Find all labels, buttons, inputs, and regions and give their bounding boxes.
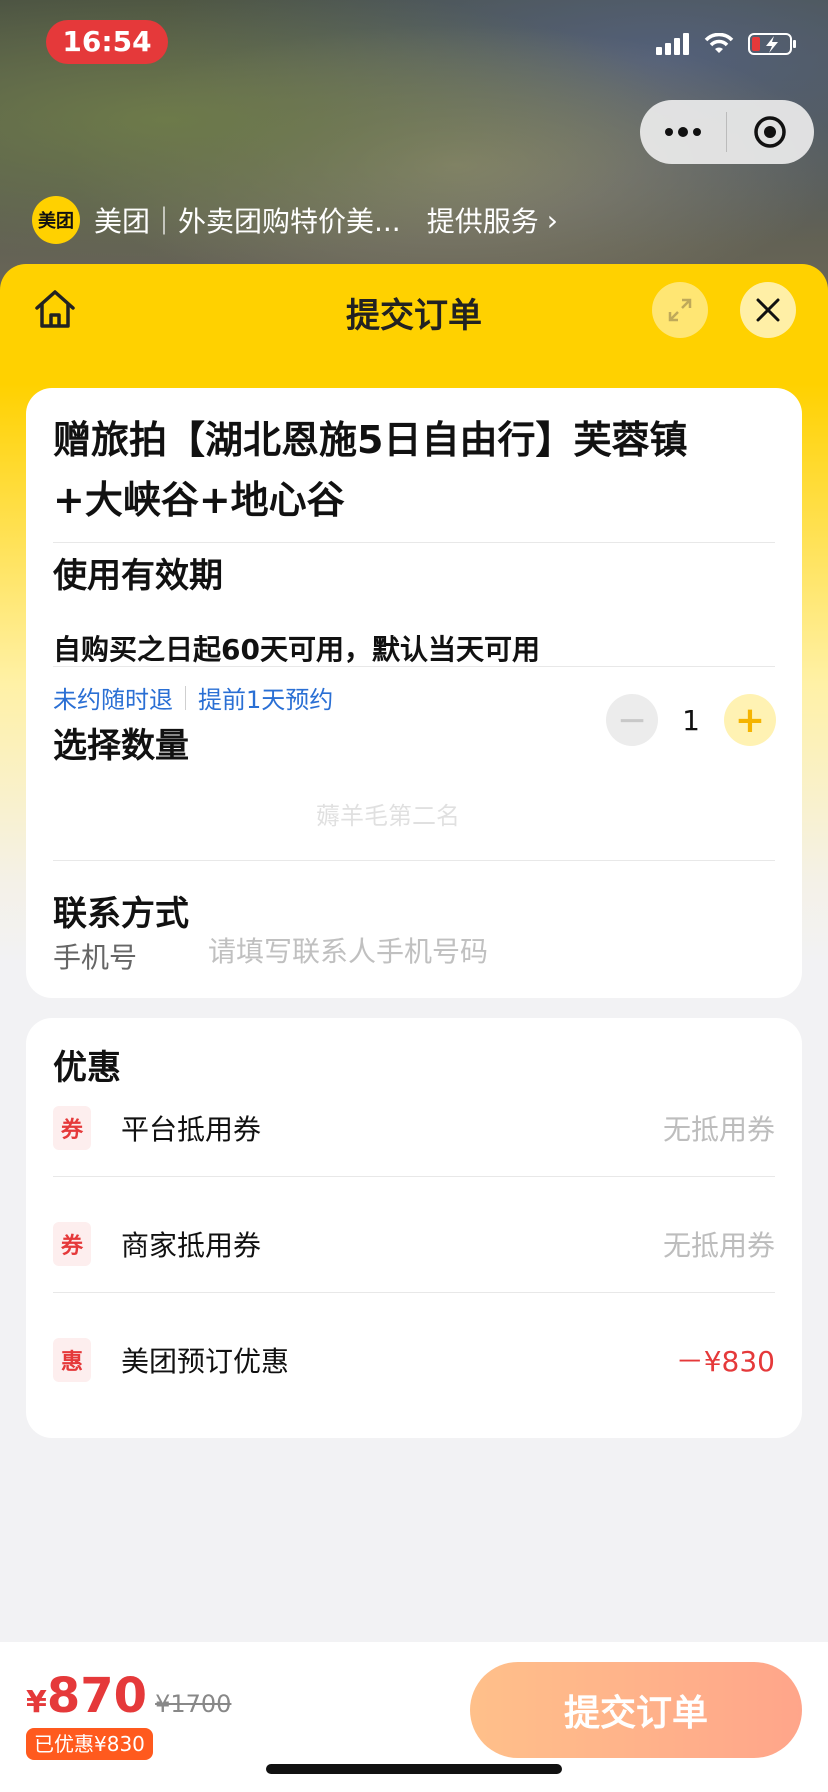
decrease-quantity-button[interactable]: − bbox=[606, 694, 658, 746]
watermark: 薅羊毛第二名 bbox=[316, 802, 460, 830]
status-bar: 16:54 bbox=[0, 0, 828, 90]
provider-service-label: 提供服务 bbox=[426, 205, 539, 238]
total-price: 870 bbox=[46, 1668, 148, 1724]
divider bbox=[53, 1176, 775, 1177]
discount-value: 无抵用券 bbox=[662, 1229, 775, 1262]
original-price: ¥1700 bbox=[155, 1690, 232, 1718]
platform-coupon-row[interactable]: 券 平台抵用券 无抵用券 bbox=[53, 1080, 775, 1176]
battery-low-charging-icon bbox=[748, 33, 796, 55]
currency-symbol: ¥ bbox=[26, 1685, 47, 1720]
status-icons bbox=[656, 32, 798, 56]
chevron-right-icon: › bbox=[546, 203, 558, 237]
phone-label: 手机号 bbox=[53, 941, 138, 974]
increase-quantity-button[interactable]: + bbox=[724, 694, 776, 746]
discount-card: 优惠 券 平台抵用券 无抵用券 券 商家抵用券 无抵用券 惠 美团预订优惠 －¥… bbox=[26, 1018, 802, 1438]
expand-icon bbox=[668, 298, 692, 322]
discount-value: 无抵用券 bbox=[662, 1113, 775, 1146]
discount-badge: 惠 bbox=[53, 1338, 91, 1382]
merchant-coupon-row[interactable]: 券 商家抵用券 无抵用券 bbox=[53, 1196, 775, 1292]
close-icon bbox=[756, 298, 780, 322]
signal-icon bbox=[656, 33, 689, 55]
policy-tags: 未约随时退 提前1天预约 bbox=[53, 680, 333, 715]
wifi-icon bbox=[704, 33, 734, 53]
miniprogram-capsule bbox=[640, 100, 814, 164]
more-options-button[interactable] bbox=[640, 100, 726, 164]
status-time: 16:54 bbox=[46, 20, 168, 64]
divider bbox=[53, 666, 775, 667]
tag-separator bbox=[185, 685, 186, 710]
order-sheet: 提交订单 赠旅拍【湖北恩施5日自由行】芙蓉镇+大峡谷+地心谷 使用有效期 自购买… bbox=[0, 264, 828, 1792]
validity-text: 自购买之日起60天可用，默认当天可用 bbox=[53, 633, 540, 666]
more-dots-icon bbox=[665, 127, 701, 137]
service-provider-row[interactable]: 美团 美团｜外卖团购特价美... 提供服务 › bbox=[32, 196, 558, 244]
divider bbox=[53, 1292, 775, 1293]
sheet-header: 提交订单 bbox=[0, 264, 828, 354]
refund-tag: 未约随时退 bbox=[53, 686, 173, 714]
divider bbox=[53, 860, 775, 861]
quantity-value: 1 bbox=[682, 703, 700, 737]
discount-name: 美团预订优惠 bbox=[121, 1345, 290, 1378]
quantity-stepper: − 1 + bbox=[606, 694, 776, 746]
exit-miniprogram-button[interactable] bbox=[727, 100, 813, 164]
reservation-tag: 提前1天预约 bbox=[198, 686, 334, 714]
expand-button[interactable] bbox=[652, 282, 708, 338]
product-title: 赠旅拍【湖北恩施5日自由行】芙蓉镇+大峡谷+地心谷 bbox=[53, 418, 688, 522]
order-info-card: 赠旅拍【湖北恩施5日自由行】芙蓉镇+大峡谷+地心谷 使用有效期 自购买之日起60… bbox=[26, 388, 802, 998]
divider bbox=[53, 542, 775, 543]
provider-name: 美团｜外卖团购特价美... bbox=[94, 205, 401, 238]
phone-input[interactable] bbox=[206, 928, 770, 974]
discount-name: 平台抵用券 bbox=[121, 1113, 262, 1146]
saved-amount-badge: 已优惠¥830 bbox=[26, 1728, 153, 1760]
meituan-logo: 美团 bbox=[32, 196, 80, 244]
price-row: ¥ 870 ¥1700 bbox=[26, 1668, 231, 1724]
quantity-label: 选择数量 bbox=[53, 726, 189, 766]
booking-discount-row: 惠 美团预订优惠 －¥830 bbox=[53, 1312, 775, 1408]
close-button[interactable] bbox=[740, 282, 796, 338]
discount-value: －¥830 bbox=[675, 1345, 775, 1378]
contact-label: 联系方式 bbox=[53, 894, 189, 934]
discount-name: 商家抵用券 bbox=[121, 1229, 262, 1262]
coupon-badge: 券 bbox=[53, 1222, 91, 1266]
target-icon bbox=[754, 116, 786, 148]
validity-label: 使用有效期 bbox=[53, 556, 223, 596]
home-indicator bbox=[266, 1764, 562, 1774]
submit-order-button[interactable]: 提交订单 bbox=[470, 1662, 802, 1758]
coupon-badge: 券 bbox=[53, 1106, 91, 1150]
